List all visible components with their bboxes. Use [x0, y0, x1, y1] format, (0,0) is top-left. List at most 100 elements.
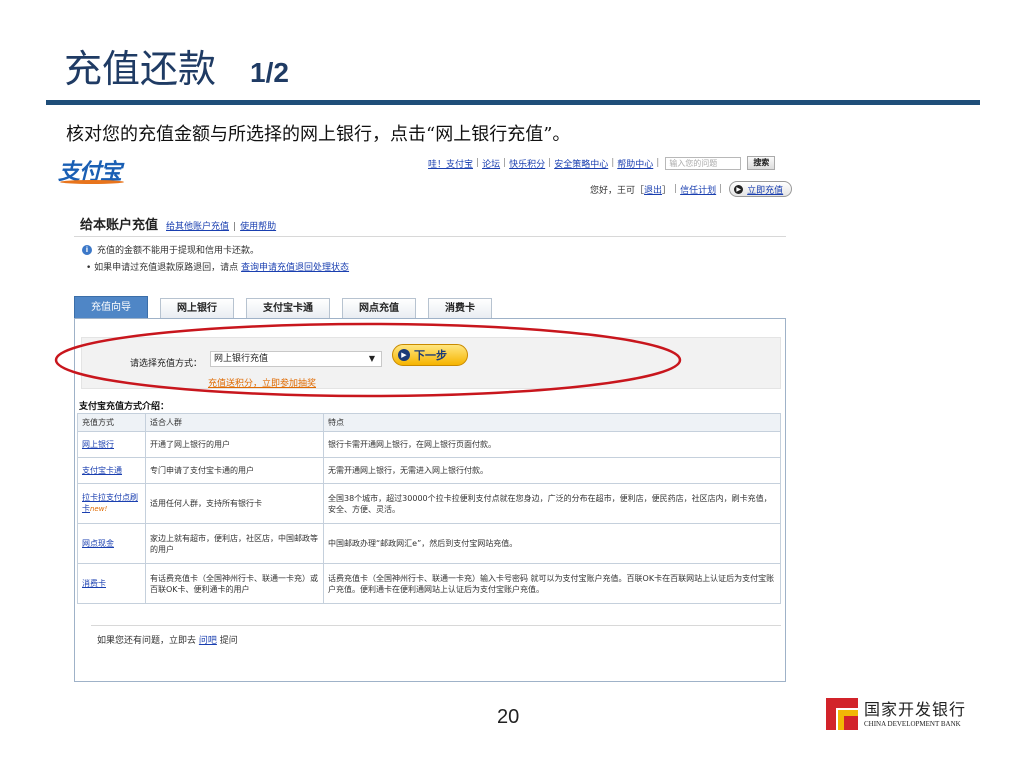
footer-help-prefix: 如果您还有问题，立即去 [97, 636, 197, 646]
page-heading-row: 给本账户充值 给其他账户充值 | 使用帮助 [80, 214, 276, 233]
column-header-method: 充值方式 [77, 413, 146, 432]
next-step-button[interactable]: ▶ 下一步 [392, 344, 468, 366]
divider: | [233, 222, 237, 232]
footer-help: 如果您还有问题，立即去 问吧 提问 [97, 633, 238, 646]
cdb-logo-mark-icon [826, 698, 858, 730]
features-cell: 全国38个城市，超过30000个拉卡拉便利支付点就在您身边，广泛的分布在超市，便… [323, 483, 781, 524]
method-select-label: 请选择充值方式： [130, 359, 203, 369]
divider: | [503, 158, 507, 168]
recharge-panel: 请选择充值方式： 网上银行充值 ▼ ▶ 下一步 充值送积分，立即参加抽奖 支付宝… [74, 318, 786, 682]
method-select-dropdown[interactable]: 网上银行充值 ▼ [210, 351, 382, 367]
title-divider [46, 100, 980, 105]
chevron-down-icon: ▼ [368, 354, 375, 363]
footer-help-suffix: 提问 [219, 636, 238, 646]
method-cell: 网上银行 [77, 431, 146, 458]
method-cell: 网点现金 [77, 523, 146, 564]
tab-consumer-card[interactable]: 消费卡 [428, 298, 492, 318]
table-row: 消费卡 有话费充值卡（全国神州行卡、联通一卡充）或百联OK卡、便利通卡的用户 话… [77, 563, 781, 604]
table-row: 网上银行 开通了网上银行的用户 银行卡需开通网上银行，在网上银行页面付款。 [77, 431, 781, 458]
alipay-logo-swoosh [60, 180, 124, 184]
slide-title-block: 充值还款 1/2 [64, 38, 289, 91]
divider: | [719, 184, 723, 194]
slide-title: 充值还款 [64, 47, 217, 91]
slide-instruction: 核对您的充值金额与所选择的网上银行，点击“网上银行充值”。 [66, 124, 571, 145]
heading-divider [74, 236, 786, 237]
method-select-value: 网上银行充值 [214, 354, 269, 364]
footer-divider [91, 625, 781, 626]
audience-cell: 有话费充值卡（全国神州行卡、联通一卡充）或百联OK卡、便利通卡的用户 [145, 563, 324, 604]
bracket-open: ［ [635, 185, 645, 196]
table-header-row: 充值方式 适合人群 特点 [77, 413, 781, 432]
cdb-mark-segment [844, 716, 858, 730]
recharge-other-account-link[interactable]: 给其他账户充值 [166, 219, 229, 232]
top-link-security-center[interactable]: 安全策略中心 [554, 157, 608, 170]
method-cell: 消费卡 [77, 563, 146, 604]
alipay-logo[interactable]: 支付宝 [58, 154, 134, 185]
recharge-tabs: 充值向导 网上银行 支付宝卡通 网点充值 消费卡 [74, 296, 504, 318]
top-nav-links: 哇！支付宝 | 论坛 | 快乐积分 | 安全策略中心 | 帮助中心 | 输入您的… [428, 156, 776, 170]
tab-recharge-guide[interactable]: 充值向导 [74, 296, 148, 318]
features-cell: 无需开通网上银行，无需进入网上银行付款。 [323, 457, 781, 484]
method-link-alipay-card[interactable]: 支付宝卡通 [82, 466, 122, 475]
audience-cell: 开通了网上银行的用户 [145, 431, 324, 458]
points-promo-link[interactable]: 充值送积分，立即参加抽奖 [208, 376, 316, 389]
audience-cell: 专门申请了支付宝卡通的用户 [145, 457, 324, 484]
slide-number: 20 [497, 706, 520, 728]
tab-online-banking[interactable]: 网上银行 [160, 298, 234, 318]
tab-alipay-card[interactable]: 支付宝卡通 [246, 298, 330, 318]
pay-now-button[interactable]: ▶ 立即充值 [729, 181, 793, 197]
logout-link[interactable]: 退出 [644, 183, 662, 196]
method-link-online-banking[interactable]: 网上银行 [82, 440, 114, 449]
divider: | [611, 158, 615, 168]
info-icon: i [82, 244, 92, 255]
page-heading: 给本账户充值 [80, 218, 159, 233]
method-link-consumer-card[interactable]: 消费卡 [82, 579, 106, 588]
methods-table: 充值方式 适合人群 特点 网上银行 开通了网上银行的用户 银行卡需开通网上银行，… [77, 413, 781, 604]
method-select-area: 请选择充值方式： 网上银行充值 ▼ ▶ 下一步 充值送积分，立即参加抽奖 [81, 337, 781, 389]
cdb-name-en: CHINA DEVELOPMENT BANK [864, 720, 961, 728]
features-cell: 话费充值卡（全国神州行卡、联通一卡充）输入卡号密码 就可以为支付宝账户充值。百联… [323, 563, 781, 604]
new-badge: new! [90, 505, 108, 513]
table-row: 拉卡拉支付点刷卡new! 适用任何人群，支持所有银行卡 全国38个城市，超过30… [77, 483, 781, 524]
methods-title: 支付宝充值方式介绍： [79, 402, 170, 412]
ask-bar-link[interactable]: 问吧 [199, 636, 217, 646]
credit-plan-link[interactable]: 信任计划 [680, 183, 716, 196]
table-row: 支付宝卡通 专门申请了支付宝卡通的用户 无需开通网上银行，无需进入网上银行付款。 [77, 457, 781, 484]
audience-cell: 家边上就有超市，便利店，社区店，中国邮政等的用户 [145, 523, 324, 564]
pay-now-label: 立即充值 [747, 185, 784, 196]
next-step-label: 下一步 [414, 349, 447, 362]
search-button[interactable]: 搜索 [747, 156, 776, 170]
bracket-close: ］ [662, 185, 672, 196]
user-bar: 您好，王可 ［ 退出 ］ | 信任计划 | ▶ 立即充值 [590, 181, 793, 197]
divider: | [656, 158, 660, 168]
audience-cell: 适用任何人群，支持所有银行卡 [145, 483, 324, 524]
notice-line-2: • 如果申请过充值退款原路退回，请点 查询申请充值退回处理状态 [86, 260, 349, 273]
slide-page-indicator: 1/2 [250, 57, 289, 88]
cdb-name-cn: 国家开发银行 [864, 700, 967, 719]
notice-text-2: • 如果申请过充值退款原路退回，请点 [86, 263, 239, 273]
top-link-happy-points[interactable]: 快乐积分 [509, 157, 545, 170]
divider: | [548, 158, 552, 168]
top-link-forum[interactable]: 论坛 [482, 157, 500, 170]
cdb-mark-segment [826, 698, 836, 730]
search-input[interactable]: 输入您的问题 [665, 156, 742, 170]
usage-help-link[interactable]: 使用帮助 [240, 219, 276, 232]
column-header-features: 特点 [323, 413, 781, 432]
cdb-logo: 国家开发银行 CHINA DEVELOPMENT BANK [826, 696, 976, 736]
method-cell: 支付宝卡通 [77, 457, 146, 484]
tab-outlet-recharge[interactable]: 网点充值 [342, 298, 416, 318]
top-link-help-center[interactable]: 帮助中心 [617, 157, 653, 170]
play-icon: ▶ [734, 184, 744, 194]
refund-status-link[interactable]: 查询申请充值退回处理状态 [241, 263, 349, 273]
notice-text-1: 充值的金额不能用于提现和信用卡还款。 [97, 246, 260, 256]
divider: | [476, 158, 480, 168]
notice-line-1: i 充值的金额不能用于提现和信用卡还款。 [82, 243, 259, 256]
features-cell: 中国邮政办理“邮政网汇e”，然后到支付宝网站充值。 [323, 523, 781, 564]
user-greeting: 您好，王可 [590, 185, 636, 196]
top-link-wow-alipay[interactable]: 哇！支付宝 [428, 157, 473, 170]
features-cell: 银行卡需开通网上银行，在网上银行页面付款。 [323, 431, 781, 458]
alipay-recharge-page: 支付宝 哇！支付宝 | 论坛 | 快乐积分 | 安全策略中心 | 帮助中心 | … [58, 150, 808, 690]
method-cell: 拉卡拉支付点刷卡new! [77, 483, 146, 524]
method-link-outlet-cash[interactable]: 网点现金 [82, 539, 114, 548]
table-row: 网点现金 家边上就有超市，便利店，社区店，中国邮政等的用户 中国邮政办理“邮政网… [77, 523, 781, 564]
